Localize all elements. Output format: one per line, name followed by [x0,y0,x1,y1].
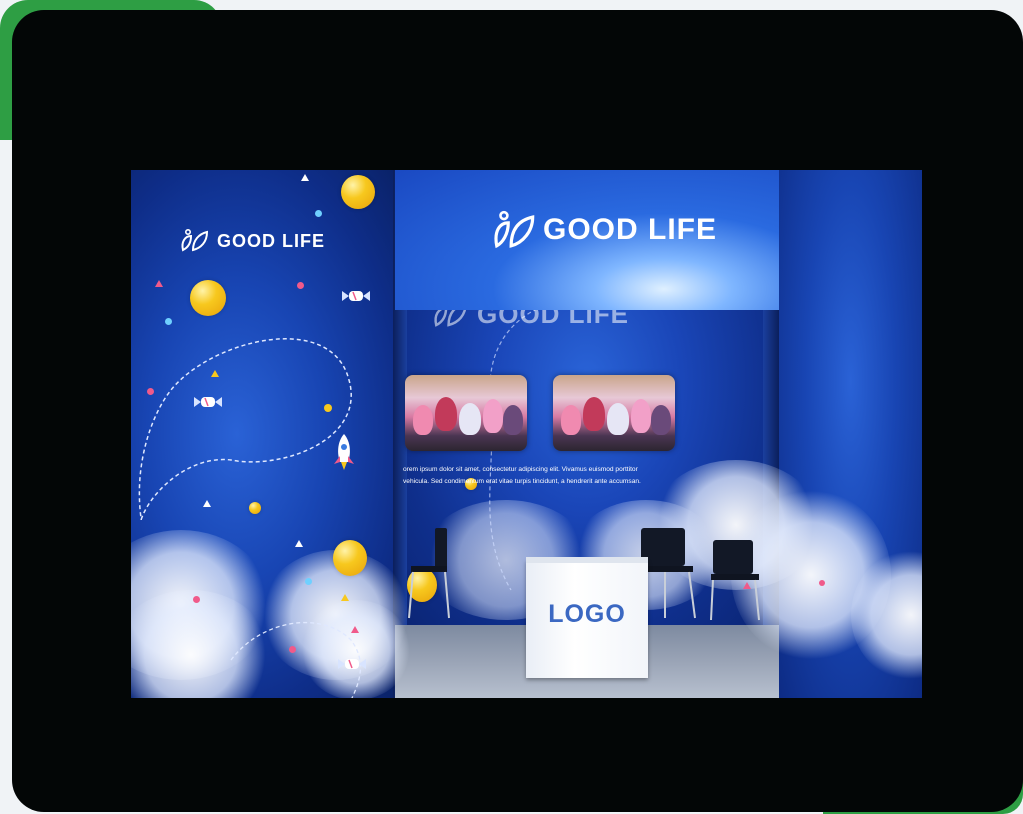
left-tower-brand: GOOD LIFE [179,228,325,254]
display-screen-right [553,375,675,451]
candy-icon [338,659,366,669]
balloon-icon [341,175,375,209]
balloon-icon [190,280,226,316]
candy-icon [194,397,222,407]
dashed-trail [138,338,352,520]
leaf-logo-icon [181,228,209,252]
display-screen-left [405,375,527,451]
booth-render: GOOD LIFE GOOD LIFE GOOD LIFE orem ipsum… [131,170,922,698]
body-text-line: vehicula. Sed condimentum erat vitae tur… [403,478,641,485]
back-wall-body-text: orem ipsum dolor sit amet, consectetur a… [403,464,703,488]
rocket-icon [334,434,354,470]
candy-icon [342,291,370,301]
balloon-icon [333,540,367,576]
balloon-icon [249,502,261,514]
header-brand: GOOD LIFE [491,208,717,252]
chair [710,540,760,621]
chair [408,528,450,619]
body-text-line: orem ipsum dolor sit amet, consectetur a… [403,466,638,473]
leaf-logo-icon [494,210,535,249]
desk-logo-text: LOGO [548,600,626,628]
brand-name: GOOD LIFE [217,230,325,251]
brand-name: GOOD LIFE [543,213,717,246]
